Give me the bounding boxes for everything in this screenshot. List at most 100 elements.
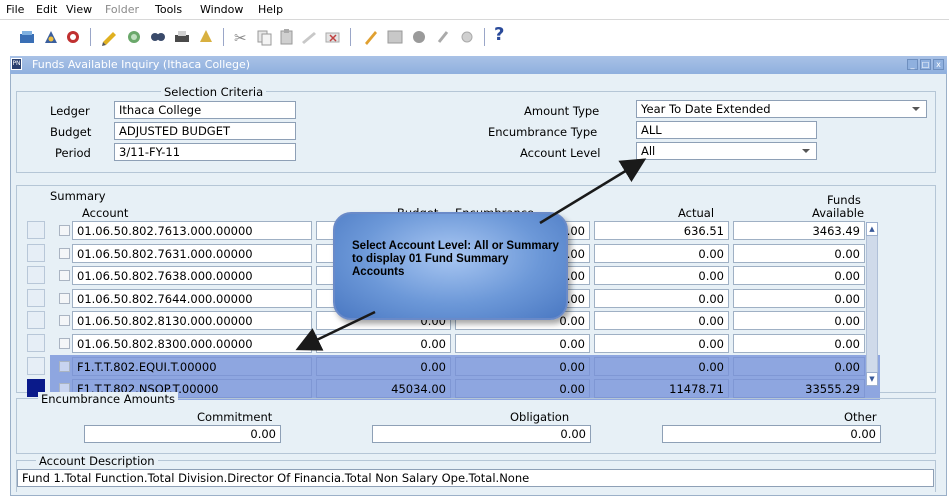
menu-folder[interactable]: Folder bbox=[105, 3, 139, 16]
budget-cell[interactable]: 0.00 bbox=[316, 334, 451, 353]
account-cell[interactable]: F1.T.T.802.EQUI.T.00000 bbox=[72, 357, 312, 376]
funds-available-cell[interactable]: 0.00 bbox=[733, 266, 865, 285]
zoom-icon[interactable] bbox=[64, 28, 82, 46]
row-checkbox[interactable] bbox=[59, 225, 70, 236]
amount-type-value: Year To Date Extended bbox=[641, 102, 771, 116]
row-checkbox[interactable] bbox=[59, 315, 70, 326]
new-record-icon[interactable] bbox=[18, 28, 36, 46]
obligation-label: Obligation bbox=[510, 410, 570, 424]
cut-icon[interactable]: ✂ bbox=[234, 29, 247, 47]
row-checkbox[interactable] bbox=[59, 293, 70, 304]
account-level-value: All bbox=[641, 144, 656, 158]
account-cell[interactable]: 01.06.50.802.8130.000.00000 bbox=[72, 311, 312, 330]
chevron-down-icon bbox=[802, 149, 810, 153]
account-cell[interactable]: 01.06.50.802.7644.000.00000 bbox=[72, 289, 312, 308]
col-header-funds: Funds bbox=[827, 193, 861, 207]
summary-scrollbar[interactable] bbox=[866, 222, 878, 386]
row-selector[interactable] bbox=[27, 244, 45, 262]
row-checkbox[interactable] bbox=[59, 270, 70, 281]
paste-icon[interactable] bbox=[278, 28, 296, 46]
commitment-field[interactable]: 0.00 bbox=[84, 425, 281, 443]
window-title: Funds Available Inquiry (Ithaca College) bbox=[32, 58, 251, 71]
row-checkbox[interactable] bbox=[59, 361, 70, 372]
attachment-icon[interactable] bbox=[149, 28, 167, 46]
other-field[interactable]: 0.00 bbox=[662, 425, 881, 443]
help-icon[interactable]: ? bbox=[494, 24, 504, 45]
row-selector[interactable] bbox=[27, 311, 45, 329]
translation-icon[interactable] bbox=[125, 28, 143, 46]
funds-available-cell[interactable]: 0.00 bbox=[733, 334, 865, 353]
row-selector[interactable] bbox=[27, 289, 45, 307]
menu-view[interactable]: View bbox=[66, 3, 92, 16]
encumbrance-cell[interactable]: 0.00 bbox=[455, 379, 590, 398]
folder-icon[interactable] bbox=[458, 28, 476, 46]
actual-cell[interactable]: 0.00 bbox=[594, 289, 729, 308]
edit-icon[interactable] bbox=[101, 28, 119, 46]
funds-available-cell[interactable]: 3463.49 bbox=[733, 221, 865, 240]
funds-available-cell[interactable]: 0.00 bbox=[733, 289, 865, 308]
menu-tools[interactable]: Tools bbox=[155, 3, 182, 16]
actual-cell[interactable]: 636.51 bbox=[594, 221, 729, 240]
account-cell[interactable]: 01.06.50.802.8300.000.00000 bbox=[72, 334, 312, 353]
budget-field[interactable]: ADJUSTED BUDGET bbox=[114, 122, 296, 140]
menu-help[interactable]: Help bbox=[258, 3, 283, 16]
account-cell[interactable]: 01.06.50.802.7613.000.00000 bbox=[72, 221, 312, 240]
menu-file[interactable]: File bbox=[6, 3, 24, 16]
budget-label: Budget bbox=[50, 125, 92, 139]
actual-cell[interactable]: 0.00 bbox=[594, 244, 729, 263]
actual-cell[interactable]: 0.00 bbox=[594, 334, 729, 353]
record-status-icon[interactable] bbox=[410, 28, 428, 46]
account-description-field[interactable]: Fund 1.Total Function.Total Division.Dir… bbox=[17, 469, 934, 487]
budget-cell[interactable]: 45034.00 bbox=[316, 379, 451, 398]
row-selector[interactable] bbox=[27, 266, 45, 284]
maximize-button[interactable]: □ bbox=[920, 59, 931, 70]
row-selector[interactable] bbox=[27, 334, 45, 352]
account-level-label: Account Level bbox=[520, 146, 601, 160]
edit-field-icon[interactable] bbox=[362, 28, 380, 46]
encumbrance-cell[interactable]: 0.00 bbox=[455, 334, 590, 353]
row-checkbox[interactable] bbox=[59, 338, 70, 349]
scroll-up-icon[interactable]: ▲ bbox=[866, 222, 878, 236]
row-selector[interactable] bbox=[27, 357, 45, 375]
summary-title: Summary bbox=[50, 189, 106, 203]
encumbrance-cell[interactable]: 0.00 bbox=[455, 357, 590, 376]
close-button[interactable]: x bbox=[933, 59, 944, 70]
copy-icon[interactable] bbox=[255, 28, 273, 46]
minimize-button[interactable]: _ bbox=[907, 59, 918, 70]
delete-icon[interactable] bbox=[324, 28, 342, 46]
actual-cell[interactable]: 0.00 bbox=[594, 311, 729, 330]
actual-cell[interactable]: 11478.71 bbox=[594, 379, 729, 398]
clear-icon[interactable] bbox=[300, 28, 318, 46]
attachments-icon[interactable] bbox=[434, 28, 452, 46]
funds-available-cell[interactable]: 0.00 bbox=[733, 244, 865, 263]
row-checkbox[interactable] bbox=[59, 248, 70, 259]
encumbrance-type-field[interactable]: ALL bbox=[636, 121, 817, 139]
menu-edit[interactable]: Edit bbox=[36, 3, 57, 16]
toolbar-separator bbox=[350, 28, 351, 46]
account-cell[interactable]: 01.06.50.802.7631.000.00000 bbox=[72, 244, 312, 263]
obligation-field[interactable]: 0.00 bbox=[372, 425, 591, 443]
period-field[interactable]: 3/11-FY-11 bbox=[114, 143, 296, 161]
print-icon[interactable] bbox=[173, 28, 191, 46]
col-header-account: Account bbox=[82, 206, 129, 220]
funds-available-cell[interactable]: 33555.29 bbox=[733, 379, 865, 398]
other-label: Other bbox=[844, 410, 877, 424]
ledger-field[interactable]: Ithaca College bbox=[114, 101, 296, 119]
navigator-icon[interactable] bbox=[42, 28, 60, 46]
row-selector[interactable] bbox=[27, 221, 45, 239]
budget-cell[interactable]: 0.00 bbox=[316, 357, 451, 376]
zoom-record-icon[interactable] bbox=[386, 28, 404, 46]
amount-type-select[interactable]: Year To Date Extended bbox=[636, 100, 927, 118]
scroll-down-icon[interactable]: ▼ bbox=[866, 372, 878, 386]
funds-available-cell[interactable]: 0.00 bbox=[733, 311, 865, 330]
actual-cell[interactable]: 0.00 bbox=[594, 266, 729, 285]
account-level-select[interactable]: All bbox=[636, 142, 817, 160]
account-cell[interactable]: 01.06.50.802.7638.000.00000 bbox=[72, 266, 312, 285]
actual-cell[interactable]: 0.00 bbox=[594, 357, 729, 376]
menu-bar: File Edit View Folder Tools Window Help bbox=[0, 0, 949, 20]
funds-available-cell[interactable]: 0.00 bbox=[733, 357, 865, 376]
encumbrance-amounts-title: Encumbrance Amounts bbox=[38, 392, 178, 406]
folder-tools-icon[interactable] bbox=[197, 28, 215, 46]
menu-window[interactable]: Window bbox=[200, 3, 243, 16]
ledger-label: Ledger bbox=[50, 104, 90, 118]
